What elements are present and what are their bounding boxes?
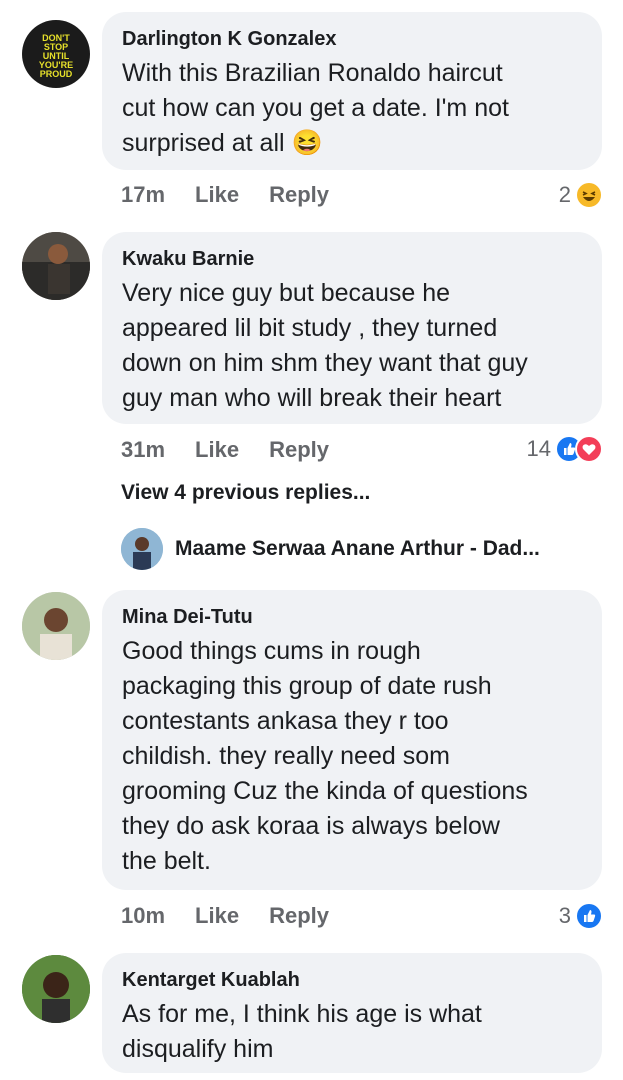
like-button[interactable]: Like — [195, 437, 239, 463]
comment-bubble: Kentarget Kuablah As for me, I think his… — [102, 953, 602, 1073]
love-reaction-icon — [575, 435, 603, 463]
avatar[interactable] — [22, 232, 90, 300]
comment-bubble: Kwaku Barnie Very nice guy but because h… — [102, 232, 602, 424]
comment-text: Good things cums in rough packaging this… — [122, 637, 528, 875]
reply-button[interactable]: Reply — [269, 182, 329, 208]
avatar[interactable]: DON'T STOP UNTIL YOU'RE PROUD — [22, 20, 90, 88]
like-button[interactable]: Like — [195, 903, 239, 929]
avatar[interactable] — [22, 955, 90, 1023]
reply-preview[interactable]: Maame Serwaa Anane Arthur - Dad... — [121, 528, 540, 570]
comment-author[interactable]: Kentarget Kuablah — [122, 967, 582, 993]
comment-bubble: Darlington K Gonzalex With this Brazilia… — [102, 12, 602, 170]
comment-time[interactable]: 17m — [121, 182, 165, 208]
avatar — [121, 528, 163, 570]
reply-button[interactable]: Reply — [269, 903, 329, 929]
comment-bubble: Mina Dei-Tutu Good things cums in rough … — [102, 590, 602, 890]
reaction-count: 2 — [558, 182, 571, 207]
reply-button[interactable]: Reply — [269, 437, 329, 463]
reaction-count: 14 — [526, 436, 551, 461]
comment-author[interactable]: Kwaku Barnie — [122, 246, 582, 272]
comment-actions: 10m Like Reply — [121, 903, 329, 929]
reaction-summary[interactable]: 2 — [559, 181, 603, 209]
comment-text: Very nice guy but because he appeared li… — [122, 279, 528, 412]
comment-actions: 31m Like Reply — [121, 437, 329, 463]
avatar-logo-text: DON'T STOP UNTIL YOU'RE PROUD — [38, 33, 74, 79]
reaction-summary[interactable]: 3 — [559, 902, 603, 930]
comment-time[interactable]: 10m — [121, 903, 165, 929]
reply-preview-author: Maame Serwaa Anane Arthur - Dad... — [175, 537, 540, 560]
like-reaction-icon — [575, 902, 603, 930]
reaction-summary[interactable]: 14 — [527, 435, 603, 463]
avatar[interactable] — [22, 592, 90, 660]
comment-text: With this Brazilian Ronaldo haircut cut … — [122, 59, 509, 157]
comment-actions: 17m Like Reply — [121, 182, 329, 208]
comment-author[interactable]: Mina Dei-Tutu — [122, 604, 582, 630]
like-button[interactable]: Like — [195, 182, 239, 208]
view-previous-replies-link[interactable]: View 4 previous replies... — [121, 481, 370, 505]
haha-reaction-icon — [575, 181, 603, 209]
comment-time[interactable]: 31m — [121, 437, 165, 463]
reaction-count: 3 — [558, 903, 571, 928]
comment-text: As for me, I think his age is what disqu… — [122, 1000, 482, 1063]
comment-author[interactable]: Darlington K Gonzalex — [122, 26, 582, 52]
